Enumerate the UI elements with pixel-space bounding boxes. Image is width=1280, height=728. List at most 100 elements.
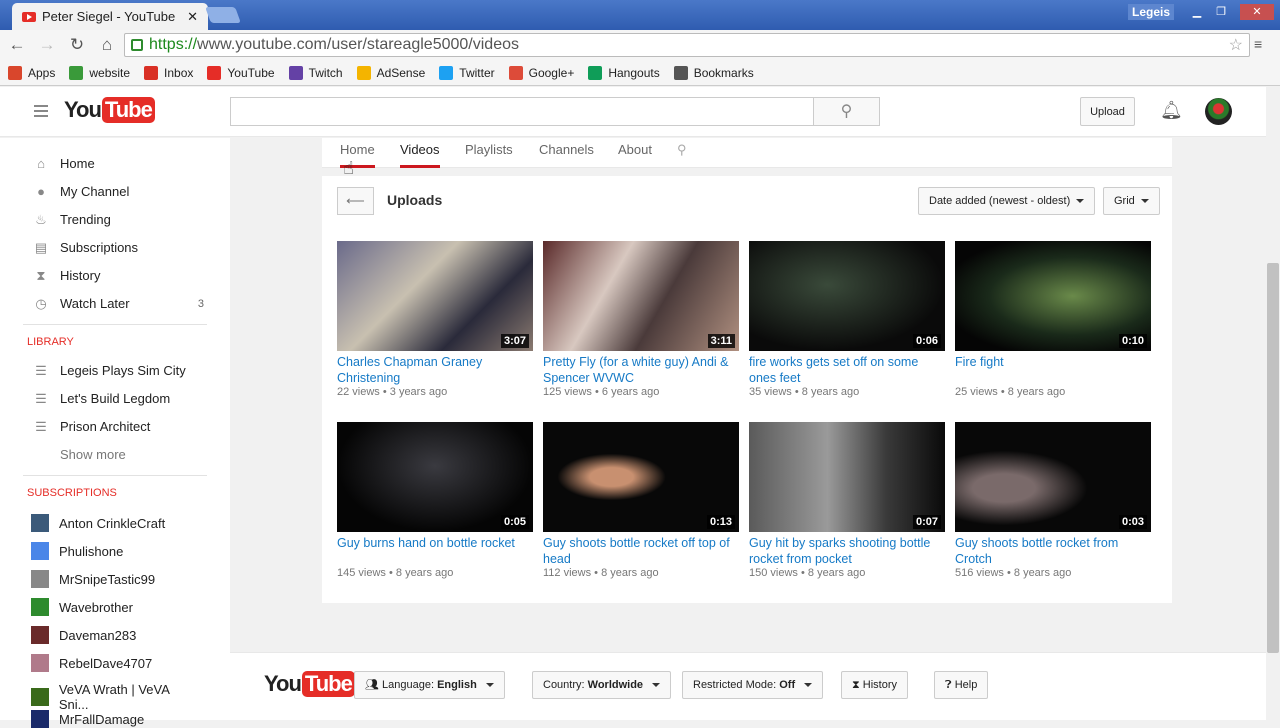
bookmark-item[interactable]: YouTube [207,65,275,80]
sidebar-library-item[interactable]: ☰ Let's Build Legdom [34,391,204,406]
video-duration: 0:05 [500,515,529,529]
sidebar-item-watch-later[interactable]: ◷ Watch Later 3 [34,296,204,311]
bookmark-item[interactable]: Hangouts [588,65,660,80]
video-card[interactable]: 0:05 Guy burns hand on bottle rocket 145 v… [337,422,533,579]
sidebar-subscription-item[interactable]: MrSnipeTastic99 [31,570,201,588]
bookmark-item[interactable]: Bookmarks [673,65,754,80]
bookmark-item[interactable]: AdSense [356,65,425,80]
history-button[interactable]: ⧗ History [841,671,909,699]
show-more-link[interactable]: Show more [60,447,230,462]
avatar[interactable] [1205,98,1232,125]
video-card[interactable]: 0:03 Guy shoots bottle rocket from Crotch… [955,422,1151,579]
language-button[interactable]: 👥︎ Language: English [354,671,505,699]
tab-channels[interactable]: Channels [539,142,594,168]
tab-close-icon[interactable]: ✕ [187,9,198,25]
browser-tab[interactable]: Peter Siegel - YouTube ✕ [12,3,208,30]
video-duration: 0:13 [706,515,735,529]
profile-user-badge[interactable]: Legeis [1128,4,1174,20]
video-title[interactable]: fire works gets set off on some ones fee… [749,354,945,386]
sidebar-item-trending[interactable]: ♨ Trending [34,212,204,227]
video-title[interactable]: Guy shoots bottle rocket from Crotch [955,535,1151,567]
restore-icon[interactable]: ❐ [1210,4,1232,20]
back-icon[interactable]: ← [4,35,30,55]
video-title[interactable]: Guy shoots bottle rocket off top of head [543,535,739,567]
video-thumbnail[interactable]: 0:10 [955,241,1151,351]
video-thumbnail[interactable]: 0:07 [749,422,945,532]
tab-about[interactable]: About [618,142,652,168]
subscription-label: Phulishone [59,543,124,559]
tab-videos[interactable]: Videos [400,142,440,168]
sidebar-subscription-item[interactable]: Anton CrinkleCraft [31,514,201,532]
channel-avatar [31,570,49,588]
sidebar-library-item[interactable]: ☰ Prison Architect [34,419,204,434]
back-arrow-button[interactable]: ⟵ [337,187,374,215]
sidebar-item-subscriptions[interactable]: ▤ Subscriptions [34,240,204,255]
country-button[interactable]: Country: Worldwide [532,671,672,699]
sidebar-subscription-item[interactable]: VeVA Wrath | VeVA Sni... [31,682,201,712]
bookmark-star-icon[interactable]: ☆ [1229,35,1243,55]
sidebar-subscription-item[interactable]: Wavebrother [31,598,201,616]
video-title[interactable]: Guy burns hand on bottle rocket [337,535,533,567]
upload-button[interactable]: Upload [1080,97,1135,126]
video-thumbnail[interactable]: 0:03 [955,422,1151,532]
scrollbar-thumb[interactable] [1267,263,1279,653]
bookmark-label: YouTube [227,65,275,80]
video-card[interactable]: 0:10 Fire fight 25 views • 8 years ago [955,241,1151,398]
sidebar-library-item[interactable]: ☰ Legeis Plays Sim City [34,363,204,378]
view-dropdown[interactable]: Grid [1103,187,1160,215]
video-meta: 150 views • 8 years ago [749,567,945,579]
sidebar-subscription-item[interactable]: Daveman283 [31,626,201,644]
video-title[interactable]: Fire fight [955,354,1151,386]
forward-icon[interactable]: → [34,35,60,55]
footer: You Tube 👥︎ Language: English Country: Wo… [230,652,1266,720]
channel-search-icon[interactable]: ⚲ [677,142,687,168]
bookmark-item[interactable]: Twitter [439,65,495,80]
bookmark-item[interactable]: Google+ [508,65,574,80]
language-icon: 👥︎ [365,679,379,691]
minimize-icon[interactable]: ▁ [1186,4,1208,20]
video-card[interactable]: 3:07 Charles Chapman Graney Christening 22… [337,241,533,398]
video-card[interactable]: 3:11 Pretty Fly (for a white guy) Andi & … [543,241,739,398]
sidebar-subscription-item[interactable]: MrFallDamage [31,710,201,728]
video-title[interactable]: Charles Chapman Graney Christening [337,354,533,386]
home-browser-icon[interactable]: ⌂ [94,35,120,55]
new-tab-button[interactable] [205,7,241,23]
address-bar[interactable]: https:// www.youtube.com/user/stareagle5… [124,33,1250,57]
sidebar-item-history[interactable]: ⧗ History [34,268,204,283]
video-age: 8 years ago [601,567,659,579]
video-thumbnail[interactable]: 3:07 [337,241,533,351]
restricted-mode-button[interactable]: Restricted Mode: Off [682,671,824,699]
playlist-icon: ☰ [35,390,47,406]
sidebar-subscription-item[interactable]: Phulishone [31,542,201,560]
bookmark-item[interactable]: Inbox [144,65,193,80]
close-window-icon[interactable]: ✕ [1240,4,1274,20]
video-card[interactable]: 0:13 Guy shoots bottle rocket off top of … [543,422,739,579]
video-thumbnail[interactable]: 3:11 [543,241,739,351]
sidebar-item-home[interactable]: ⌂ Home [34,156,204,171]
tab-playlists[interactable]: Playlists [465,142,513,168]
video-card[interactable]: 0:06 fire works gets set off on some ones… [749,241,945,398]
video-title[interactable]: Pretty Fly (for a white guy) Andi & Spen… [543,354,739,386]
search-input[interactable] [230,97,814,126]
video-thumbnail[interactable]: 0:13 [543,422,739,532]
bookmark-item[interactable]: Apps [8,65,55,80]
youtube-logo[interactable]: You Tube [64,97,155,123]
video-thumbnail[interactable]: 0:05 [337,422,533,532]
notifications-bell-icon[interactable]: 🔔︎ [1160,100,1183,121]
bookmark-item[interactable]: website [69,65,130,80]
reload-icon[interactable]: ↻ [64,35,90,55]
video-card[interactable]: 0:07 Guy hit by sparks shooting bottle ro… [749,422,945,579]
library-item-label: Legeis Plays Sim City [60,363,186,378]
guide-menu-icon[interactable] [34,105,48,117]
search-button[interactable]: ⚲ [813,97,880,126]
sidebar-subscription-item[interactable]: RebelDave4707 [31,654,201,672]
footer-youtube-logo[interactable]: You Tube [264,671,355,697]
star-icon [673,65,688,80]
video-thumbnail[interactable]: 0:06 [749,241,945,351]
sidebar-item-my-channel[interactable]: ● My Channel [34,184,204,199]
bookmark-item[interactable]: Twitch [288,65,343,80]
browser-menu-icon[interactable]: ≡ [1254,36,1268,52]
help-button[interactable]: ❓︎ Help [934,671,989,699]
sort-dropdown[interactable]: Date added (newest - oldest) [918,187,1096,215]
video-title[interactable]: Guy hit by sparks shooting bottle rocket… [749,535,945,567]
